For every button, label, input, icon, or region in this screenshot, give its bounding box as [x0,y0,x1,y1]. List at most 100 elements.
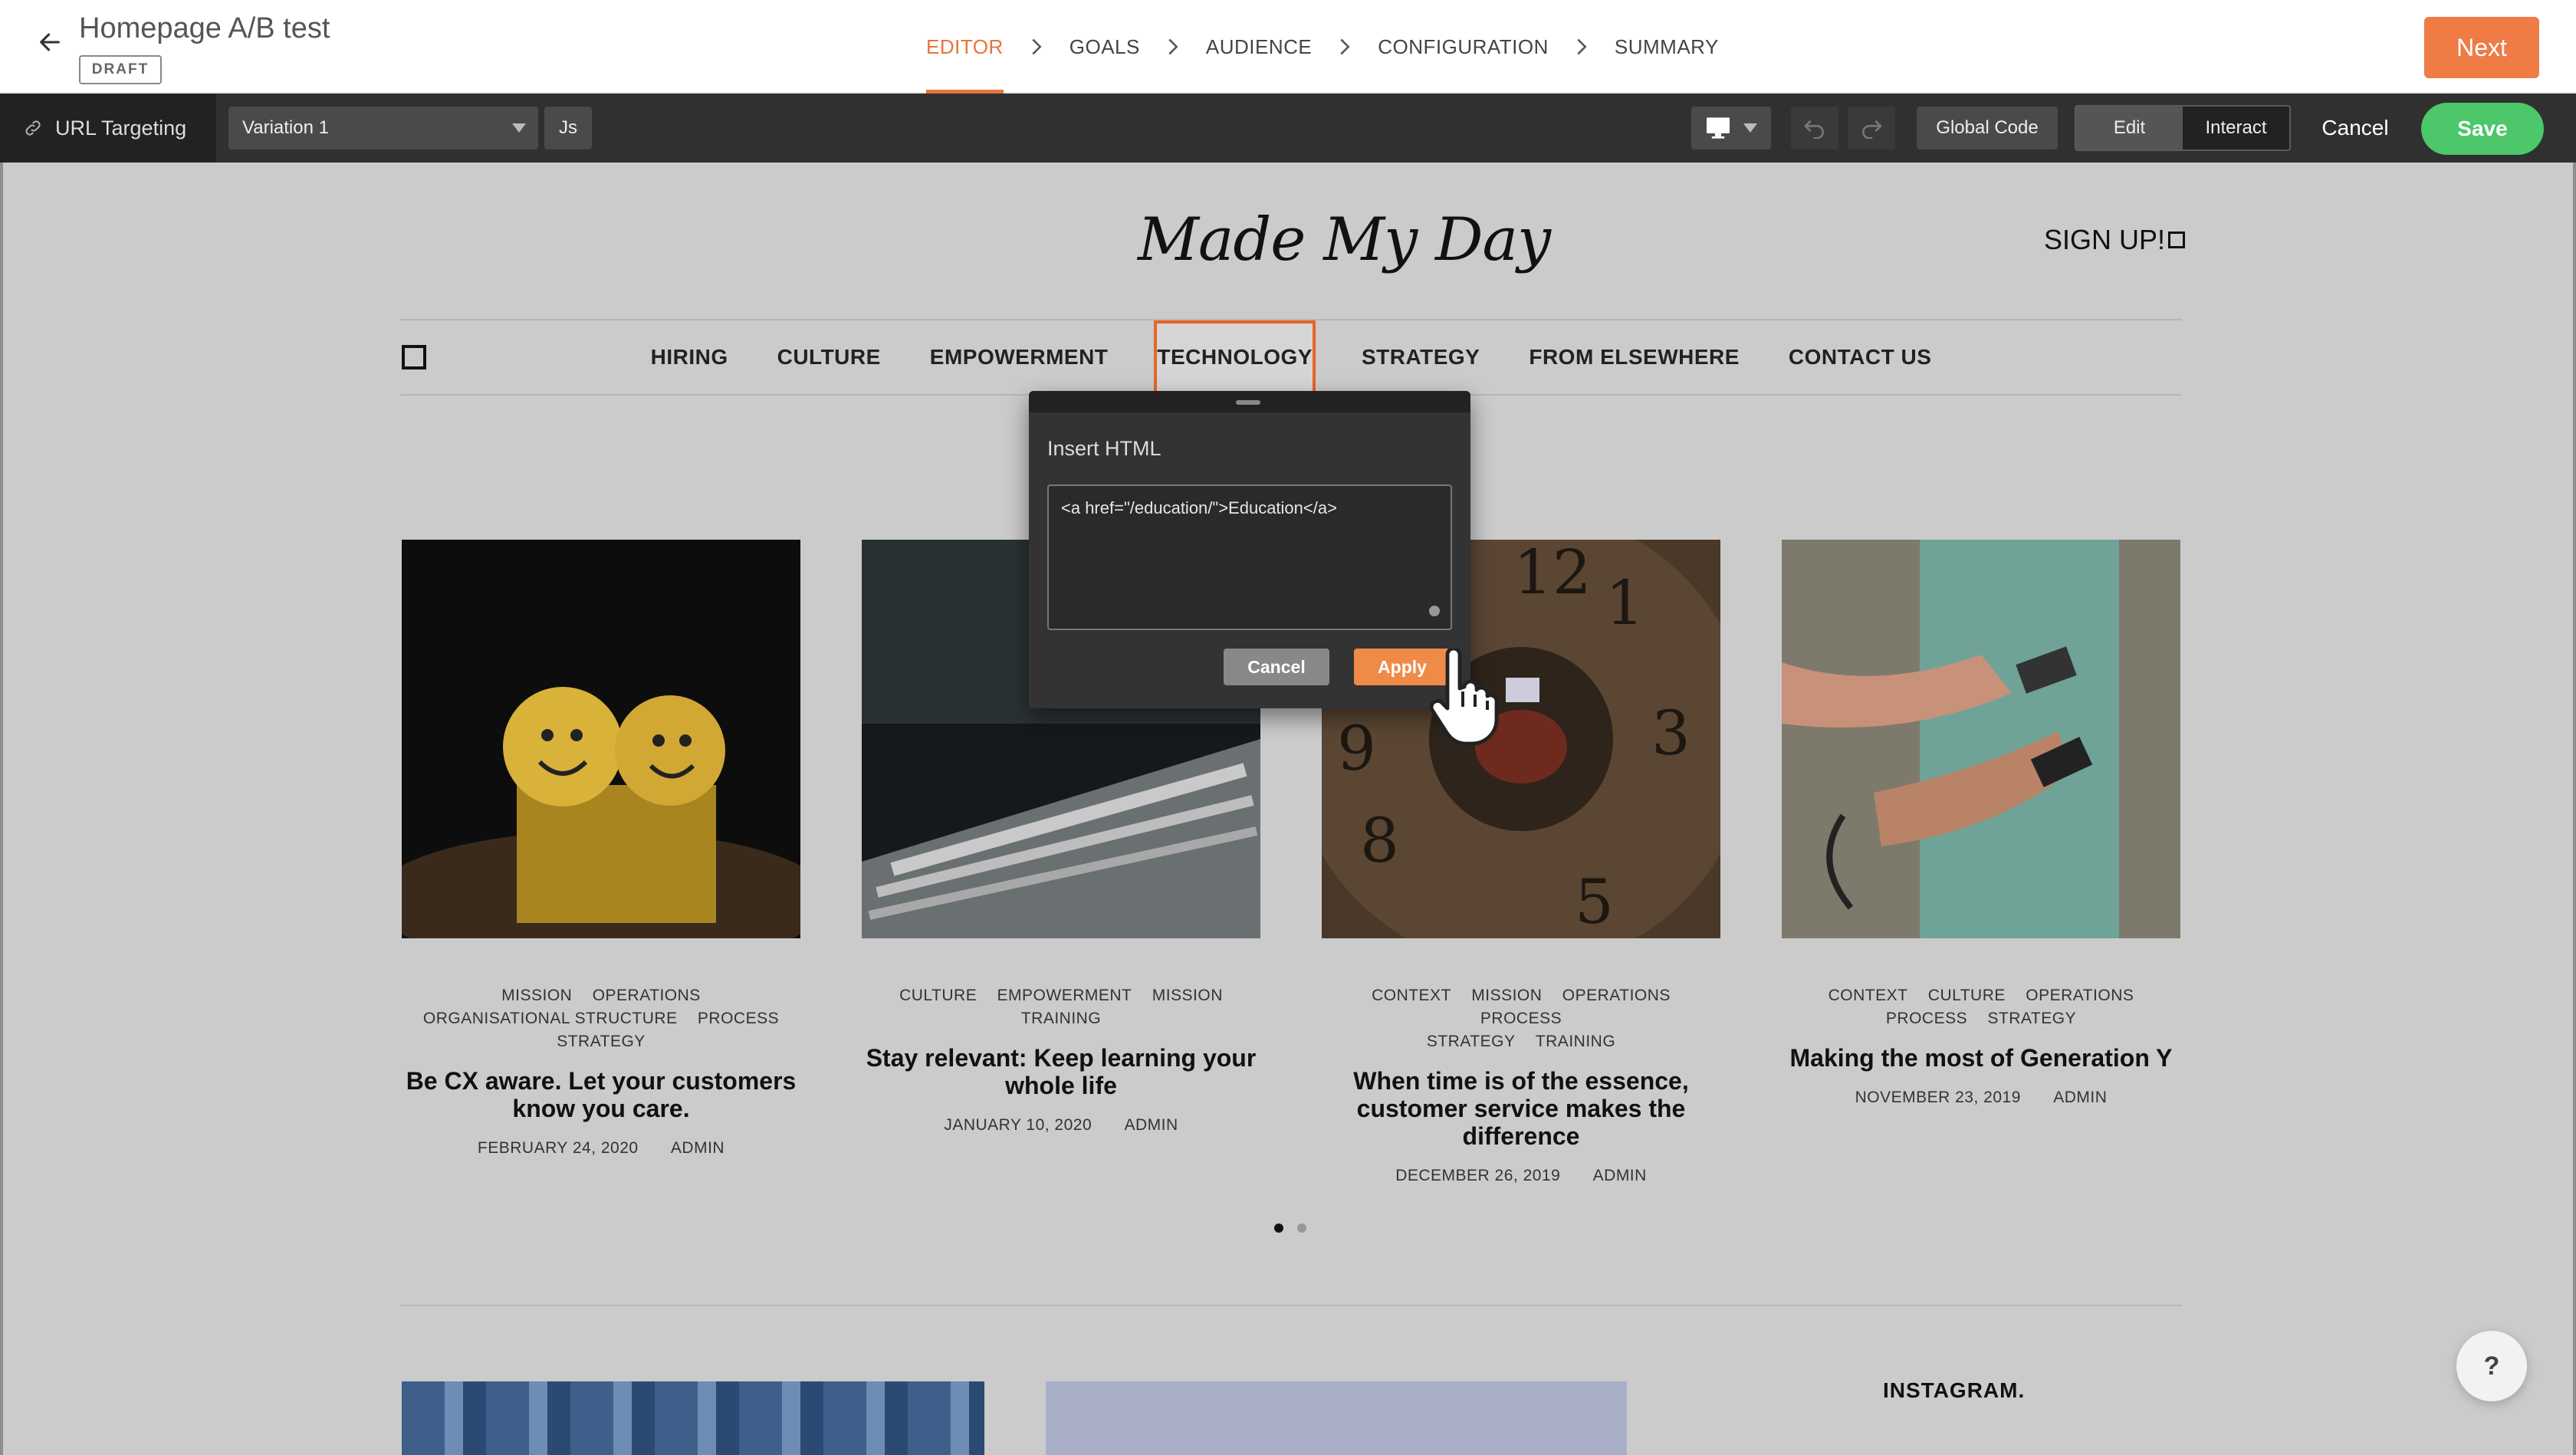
svg-text:1: 1 [1605,567,1644,639]
next-button[interactable]: Next [2424,17,2539,78]
chevron-right-icon [1025,0,1048,94]
cancel-button[interactable]: Cancel [2308,107,2403,149]
tab-goals[interactable]: GOALS [1048,0,1162,94]
drag-handle[interactable] [1029,391,1470,412]
signup-label: SIGN UP! [2044,224,2166,255]
svg-text:8: 8 [1360,805,1399,876]
post-title[interactable]: Be CX aware. Let your customers know you… [402,1067,800,1122]
save-button[interactable]: Save [2421,103,2544,155]
footer-image[interactable] [402,1381,984,1455]
post-tags: MISSION OPERATIONS ORGANISATIONAL STRUCT… [402,984,800,1053]
tag-link[interactable]: ORGANISATIONAL STRUCTURE [423,1010,678,1027]
link-icon [25,120,41,136]
tag-link[interactable]: OPERATIONS [593,987,701,1004]
caret-down-icon [1743,123,1757,133]
post-author[interactable]: ADMIN [671,1139,724,1157]
arrow-left-icon [40,33,60,51]
step-navigation: EDITOR GOALS AUDIENCE CONFIGURATION SUMM… [905,0,1740,94]
tag-link[interactable]: PROCESS [698,1010,779,1027]
nav-item-contact-us[interactable]: CONTACT US [1789,345,1931,369]
post-card[interactable]: CONTEXT CULTURE OPERATIONS PROCESS STRAT… [1782,540,2180,1107]
device-select[interactable] [1691,107,1771,149]
carousel-dot[interactable] [1297,1223,1306,1233]
tag-link[interactable]: MISSION [501,987,572,1004]
post-title[interactable]: When time is of the essence, customer se… [1322,1067,1720,1150]
experiment-title: Homepage A/B test [79,12,330,44]
tab-audience[interactable]: AUDIENCE [1184,0,1333,94]
hand-pointer-icon [1429,649,1499,746]
square-icon [2168,232,2186,248]
resize-grip-icon[interactable] [1429,606,1440,616]
site-nav: HIRING CULTURE EMPOWERMENT TECHNOLOGY ST… [3,320,2573,394]
tab-configuration[interactable]: CONFIGURATION [1356,0,1570,94]
tag-link[interactable]: OPERATIONS [2026,987,2134,1004]
edit-mode-button[interactable]: Edit [2076,107,2183,149]
tag-link[interactable]: EMPOWERMENT [997,987,1132,1004]
dialog-cancel-button[interactable]: Cancel [1224,649,1329,685]
carousel-dot[interactable] [1274,1223,1283,1233]
nav-item-from-elsewhere[interactable]: FROM ELSEWHERE [1529,345,1740,369]
tag-link[interactable]: STRATEGY [1427,1033,1516,1050]
global-code-button[interactable]: Global Code [1917,107,2058,149]
caret-down-icon [512,123,526,133]
html-input[interactable]: <a href="/education/">Education</a> [1047,484,1452,630]
variation-select-value: Variation 1 [242,117,329,138]
tag-link[interactable]: STRATEGY [1987,1010,2076,1027]
site-logo[interactable]: Made My Day [1138,205,1551,274]
tag-link[interactable]: PROCESS [1480,1010,1562,1027]
tag-link[interactable]: STRATEGY [557,1033,646,1050]
mode-toggle: Edit Interact [2075,105,2291,151]
post-author[interactable]: ADMIN [1593,1167,1647,1184]
undo-icon [1804,120,1824,139]
post-date: NOVEMBER 23, 2019 [1855,1089,2021,1106]
post-meta: DECEMBER 26, 2019 ADMIN [1322,1167,1720,1185]
tag-link[interactable]: CULTURE [1928,987,2006,1004]
instagram-heading: INSTAGRAM. [1883,1378,2026,1402]
nav-item-technology[interactable]: TECHNOLOGY [1154,320,1316,394]
nav-item-hiring[interactable]: HIRING [651,345,728,369]
nav-item-culture[interactable]: CULTURE [777,345,881,369]
tag-link[interactable]: PROCESS [1886,1010,1967,1027]
footer-image[interactable] [1046,1381,1627,1455]
status-badge: DRAFT [79,55,162,84]
post-title[interactable]: Stay relevant: Keep learning your whole … [862,1044,1260,1099]
post-title[interactable]: Making the most of Generation Y [1782,1044,2180,1072]
post-author[interactable]: ADMIN [2053,1089,2107,1106]
tag-link[interactable]: OPERATIONS [1562,987,1671,1004]
tag-link[interactable]: CONTEXT [1829,987,1908,1004]
post-image[interactable] [402,540,800,938]
tag-link[interactable]: CONTEXT [1372,987,1451,1004]
post-tags: CONTEXT MISSION OPERATIONS PROCESS STRAT… [1322,984,1720,1053]
js-button[interactable]: Js [544,107,592,149]
redo-button[interactable] [1848,107,1895,149]
tag-link[interactable]: TRAINING [1536,1033,1615,1050]
variation-select[interactable]: Variation 1 [228,107,538,149]
post-image[interactable] [1782,540,2180,938]
chevron-right-icon [1570,0,1593,94]
tag-link[interactable]: MISSION [1152,987,1223,1004]
nav-item-empowerment[interactable]: EMPOWERMENT [930,345,1109,369]
help-button[interactable]: ? [2456,1331,2527,1401]
post-tags: CULTURE EMPOWERMENT MISSION TRAINING [862,984,1260,1030]
back-button[interactable] [31,23,69,61]
post-meta: FEBRUARY 24, 2020 ADMIN [402,1139,800,1158]
post-card[interactable]: MISSION OPERATIONS ORGANISATIONAL STRUCT… [402,540,800,1158]
tab-editor[interactable]: EDITOR [905,0,1025,94]
post-tags: CONTEXT CULTURE OPERATIONS PROCESS STRAT… [1782,984,2180,1030]
chevron-right-icon [1333,0,1356,94]
tab-summary[interactable]: SUMMARY [1593,0,1740,94]
interact-mode-button[interactable]: Interact [2183,107,2289,149]
nav-item-strategy[interactable]: STRATEGY [1362,345,1480,369]
signup-link[interactable]: SIGN UP! [2044,224,2186,256]
post-date: FEBRUARY 24, 2020 [477,1139,639,1157]
tag-link[interactable]: MISSION [1471,987,1542,1004]
url-targeting-button[interactable]: URL Targeting [0,94,216,163]
svg-text:12: 12 [1513,540,1592,608]
post-author[interactable]: ADMIN [1125,1116,1178,1134]
top-header: Homepage A/B test DRAFT EDITOR GOALS AUD… [0,0,2576,94]
url-targeting-label: URL Targeting [55,116,187,140]
editor-toolbar: URL Targeting Variation 1 Js Global Code… [0,94,2576,163]
tag-link[interactable]: CULTURE [899,987,977,1004]
tag-link[interactable]: TRAINING [1021,1010,1101,1027]
undo-button[interactable] [1791,107,1838,149]
